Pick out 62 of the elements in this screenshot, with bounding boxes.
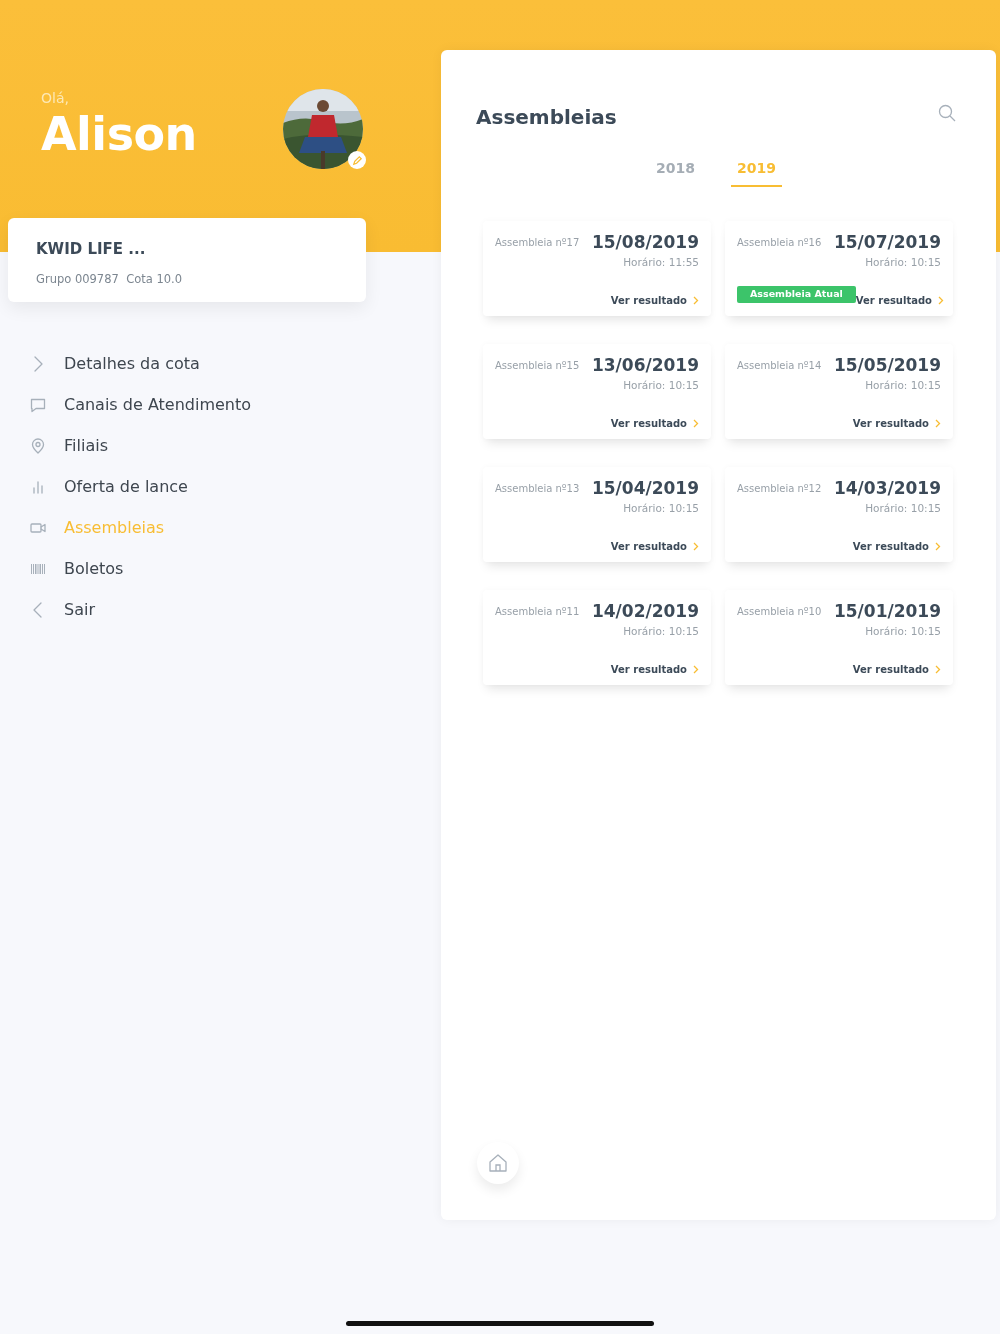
search-button[interactable] <box>938 104 956 122</box>
chevron-right-icon <box>935 665 941 674</box>
assembly-time: Horário: 10:15 <box>622 623 699 639</box>
menu-item[interactable]: Canais de Atendimento <box>30 384 252 426</box>
result-link[interactable]: Ver resultado <box>610 416 699 431</box>
pencil-icon <box>351 154 363 166</box>
assembly-date: 15/01/2019 <box>833 602 941 621</box>
chevron-right-icon <box>938 296 944 305</box>
chat-icon <box>30 397 46 414</box>
panel-title: Assembleias <box>476 104 617 131</box>
result-link[interactable]: Ver resultado <box>852 662 941 677</box>
assembly-date: 15/07/2019 <box>833 233 941 252</box>
chevron-right-icon <box>693 542 699 551</box>
result-link[interactable]: Ver resultado <box>852 416 941 431</box>
assembly-time: Horário: 10:15 <box>864 377 941 393</box>
assembly-date: 15/08/2019 <box>591 233 699 252</box>
home-button[interactable] <box>477 1142 519 1184</box>
assembly-date: 15/05/2019 <box>833 356 941 375</box>
quota-details: Grupo 009787 Cota 10.0 <box>36 270 183 288</box>
assembly-number: Assembleia nº13 <box>495 482 580 496</box>
chevron-right-icon <box>935 419 941 428</box>
assembly-date: 13/06/2019 <box>591 356 699 375</box>
assembly-number: Assembleia nº12 <box>737 482 822 496</box>
chevron-right-icon <box>693 296 699 305</box>
assembly-time: Horário: 10:15 <box>864 623 941 639</box>
menu-item[interactable]: Detalhes da cota <box>30 343 200 385</box>
quota-title: KWID LIFE ... <box>36 239 147 260</box>
edit-button[interactable] <box>348 151 366 169</box>
result-link[interactable]: Ver resultado <box>610 539 699 554</box>
chevron-right-icon <box>693 665 699 674</box>
assembly-time: Horário: 10:15 <box>622 500 699 516</box>
assembly-number: Assembleia nº11 <box>495 605 580 619</box>
home-icon <box>488 1153 508 1173</box>
search-icon <box>938 104 956 122</box>
menu-item[interactable]: Filiais <box>30 425 108 467</box>
quota-card[interactable]: KWID LIFE ... Grupo 009787 Cota 10.0 <box>8 218 366 302</box>
bar-chart-icon <box>30 479 46 496</box>
user-name: Alison <box>41 109 197 160</box>
assembly-time: Horário: 11:55 <box>622 254 699 270</box>
assembly-number: Assembleia nº16 <box>737 236 822 250</box>
greeting-text: Olá, <box>41 89 70 108</box>
assembly-time: Horário: 10:15 <box>864 254 941 270</box>
result-link[interactable]: Ver resultado <box>852 539 941 554</box>
result-link[interactable]: Ver resultado <box>610 662 699 677</box>
menu-item[interactable]: Oferta de lance <box>30 466 188 508</box>
chevron-right-icon <box>693 419 699 428</box>
current-badge: Assembleia Atual <box>737 286 856 303</box>
assembly-date: 14/02/2019 <box>591 602 699 621</box>
menu-item[interactable]: Sair <box>30 589 95 631</box>
assembly-number: Assembleia nº15 <box>495 359 580 373</box>
chevron-right-icon <box>935 542 941 551</box>
assembly-date: 14/03/2019 <box>833 479 941 498</box>
assembly-number: Assembleia nº10 <box>737 605 822 619</box>
assembly-number: Assembleia nº14 <box>737 359 822 373</box>
result-link[interactable]: Ver resultado <box>855 293 944 308</box>
menu-item[interactable]: Boletos <box>30 548 124 590</box>
location-pin-icon <box>30 438 46 455</box>
assembly-time: Horário: 10:15 <box>864 500 941 516</box>
assembly-number: Assembleia nº17 <box>495 236 580 250</box>
assembly-date: 15/04/2019 <box>591 479 699 498</box>
assembly-time: Horário: 10:15 <box>622 377 699 393</box>
result-link[interactable]: Ver resultado <box>610 293 699 308</box>
